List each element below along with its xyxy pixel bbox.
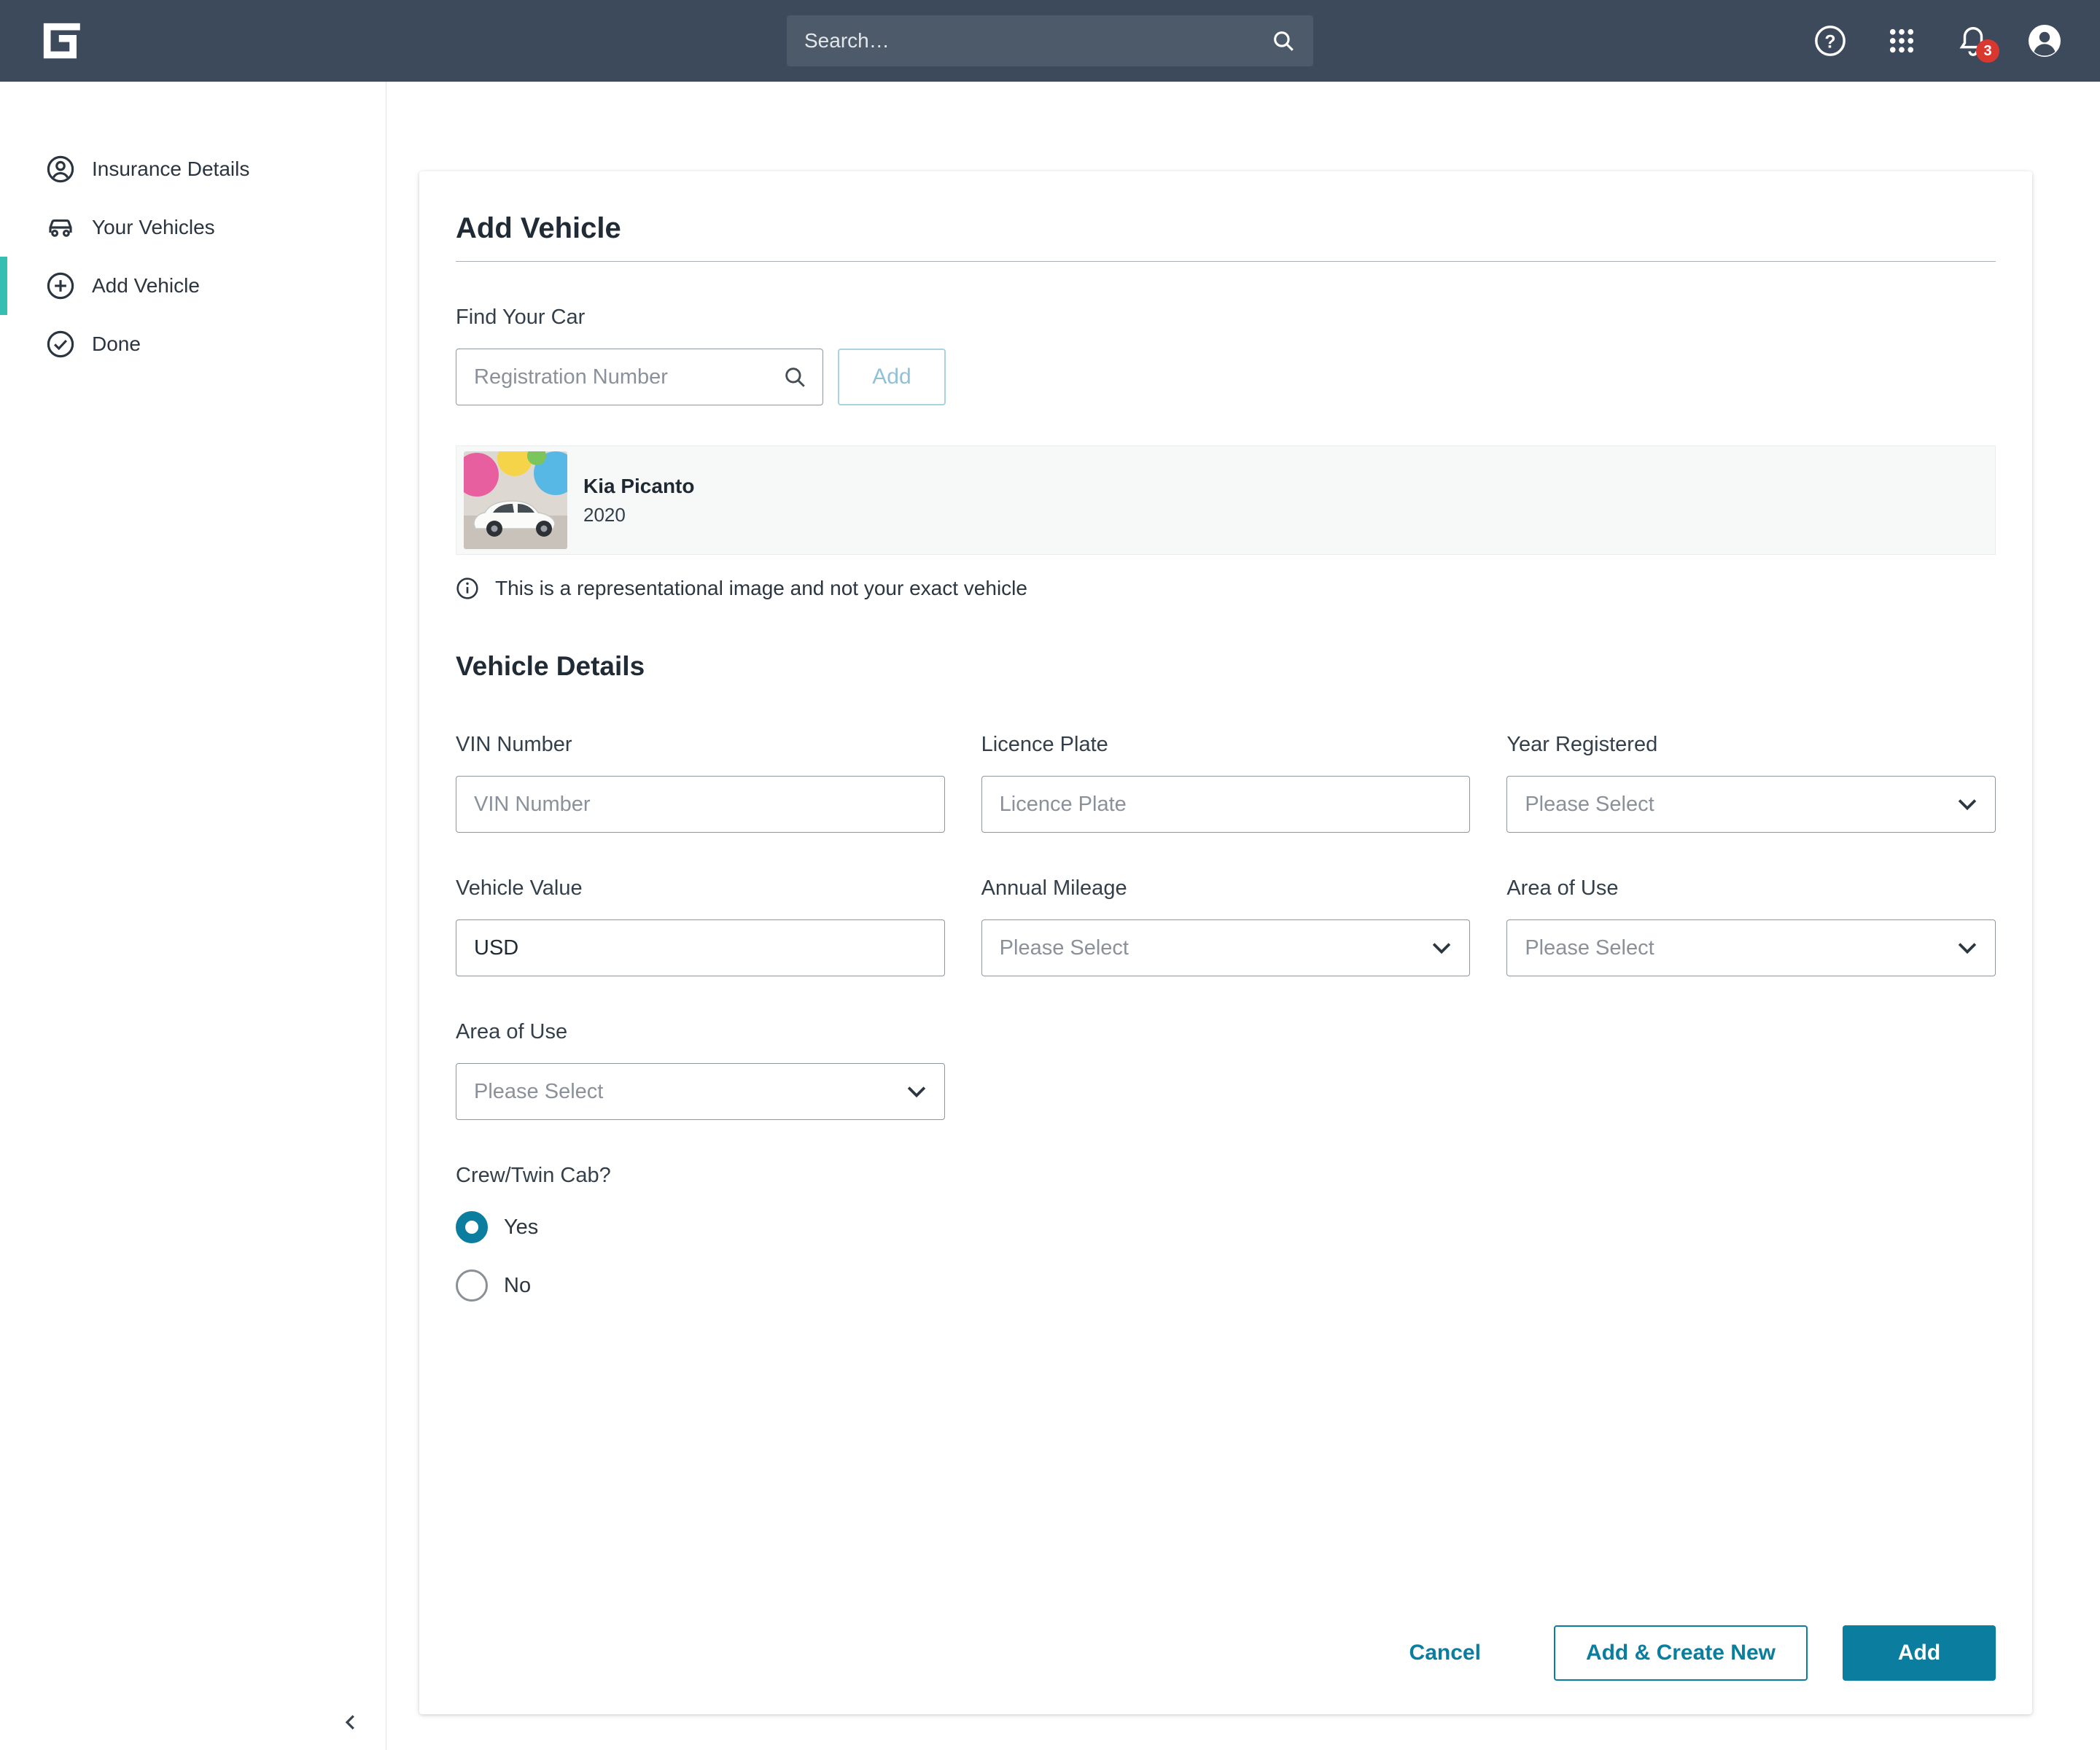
sidebar-item-your-vehicles[interactable]: Your Vehicles — [0, 198, 386, 257]
info-icon — [456, 577, 479, 600]
section-divider — [456, 261, 1996, 262]
licence-plate-field: Licence Plate — [981, 733, 1471, 833]
annual-mileage-select[interactable]: Please Select — [981, 919, 1471, 976]
notifications-button[interactable]: 3 — [1956, 23, 1991, 58]
search-input[interactable] — [804, 29, 1271, 52]
year-registered-select[interactable]: Please Select — [1506, 776, 1996, 833]
vehicle-result-text: Kia Picanto 2020 — [583, 475, 694, 526]
add-registration-button[interactable]: Add — [838, 349, 946, 405]
radio-yes-label: Yes — [504, 1216, 538, 1240]
chevron-down-icon — [906, 1085, 927, 1098]
vehicle-value-label: Vehicle Value — [456, 876, 945, 901]
apps-button[interactable] — [1884, 23, 1919, 58]
sidebar-item-label: Your Vehicles — [92, 216, 215, 239]
page-title: Add Vehicle — [456, 212, 1996, 245]
sidebar-item-label: Add Vehicle — [92, 274, 200, 298]
topbar-actions: ? 3 — [1813, 23, 2062, 58]
app-logo-icon — [40, 20, 82, 62]
topbar: ? 3 — [0, 0, 2100, 82]
vehicle-image — [464, 451, 567, 549]
area-of-use-select[interactable]: Please Select — [1506, 919, 1996, 976]
global-search[interactable] — [787, 15, 1313, 66]
notification-badge: 3 — [1976, 39, 1999, 63]
radio-no-label: No — [504, 1274, 531, 1298]
vehicle-value-input[interactable] — [456, 919, 945, 976]
registration-search-icon[interactable] — [782, 365, 807, 389]
vehicle-year: 2020 — [583, 504, 694, 526]
search-icon[interactable] — [1271, 28, 1296, 53]
area-of-use-field-2: Area of Use Please Select — [456, 1020, 945, 1120]
vin-number-field: VIN Number — [456, 733, 945, 833]
vin-number-input[interactable] — [456, 776, 945, 833]
add-button[interactable]: Add — [1843, 1625, 1996, 1681]
help-button[interactable]: ? — [1813, 23, 1848, 58]
card-footer: Cancel Add & Create New Add — [456, 1625, 1996, 1681]
representational-disclaimer: This is a representational image and not… — [456, 577, 1996, 600]
main-content: Add Vehicle Find Your Car Add — [386, 82, 2100, 1750]
year-registered-label: Year Registered — [1506, 733, 1996, 757]
account-button[interactable] — [2027, 23, 2062, 58]
vehicle-value-field: Vehicle Value — [456, 876, 945, 976]
sidebar: Insurance Details Your Vehicles Add Vehi… — [0, 82, 386, 1750]
area-of-use-field: Area of Use Please Select — [1506, 876, 1996, 976]
crew-cab-label: Crew/Twin Cab? — [456, 1164, 1996, 1188]
app-logo[interactable] — [40, 20, 82, 62]
add-vehicle-card: Add Vehicle Find Your Car Add — [419, 171, 2032, 1714]
cancel-button[interactable]: Cancel — [1409, 1641, 1481, 1665]
vehicle-name: Kia Picanto — [583, 475, 694, 498]
sidebar-item-done[interactable]: Done — [0, 315, 386, 373]
annual-mileage-value: Please Select — [1000, 936, 1129, 960]
sidebar-item-label: Insurance Details — [92, 158, 249, 181]
vehicle-details-form: VIN Number Licence Plate Year Registered… — [456, 733, 1996, 1120]
plus-circle-icon — [45, 271, 76, 301]
annual-mileage-field: Annual Mileage Please Select — [981, 876, 1471, 976]
car-icon — [45, 212, 76, 243]
sidebar-item-label: Done — [92, 332, 141, 356]
apps-grid-icon — [1886, 26, 1917, 56]
annual-mileage-label: Annual Mileage — [981, 876, 1471, 901]
svg-text:?: ? — [1824, 32, 1835, 52]
sidebar-collapse-button[interactable] — [335, 1706, 367, 1738]
check-circle-icon — [45, 329, 76, 359]
help-icon: ? — [1813, 24, 1847, 58]
crew-cab-option-yes[interactable]: Yes — [456, 1211, 1996, 1243]
area-of-use-value: Please Select — [1525, 936, 1654, 960]
radio-yes[interactable] — [456, 1211, 488, 1243]
registration-input[interactable] — [456, 349, 823, 405]
add-create-new-button[interactable]: Add & Create New — [1554, 1625, 1808, 1681]
year-registered-field: Year Registered Please Select — [1506, 733, 1996, 833]
vehicle-details-heading: Vehicle Details — [456, 651, 1996, 682]
year-registered-value: Please Select — [1525, 793, 1654, 817]
chevron-down-icon — [1957, 798, 1978, 811]
registration-input-wrap — [456, 349, 823, 405]
vehicle-result-row[interactable]: Kia Picanto 2020 — [456, 446, 1996, 555]
radio-no[interactable] — [456, 1269, 488, 1302]
area-of-use-label: Area of Use — [1506, 876, 1996, 901]
person-icon — [45, 154, 76, 184]
area-of-use-label-2: Area of Use — [456, 1020, 945, 1044]
chevron-left-icon — [340, 1711, 362, 1733]
sidebar-item-add-vehicle[interactable]: Add Vehicle — [0, 257, 386, 315]
area-of-use-select-2[interactable]: Please Select — [456, 1063, 945, 1120]
chevron-down-icon — [1957, 941, 1978, 954]
find-your-car-row: Add — [456, 349, 1996, 405]
area-of-use-value-2: Please Select — [474, 1080, 603, 1104]
sidebar-item-insurance-details[interactable]: Insurance Details — [0, 140, 386, 198]
licence-plate-input[interactable] — [981, 776, 1471, 833]
licence-plate-label: Licence Plate — [981, 733, 1471, 757]
vin-number-label: VIN Number — [456, 733, 945, 757]
chevron-down-icon — [1431, 941, 1452, 954]
crew-cab-option-no[interactable]: No — [456, 1269, 1996, 1302]
disclaimer-text: This is a representational image and not… — [495, 577, 1027, 600]
avatar-icon — [2027, 23, 2062, 59]
find-your-car-label: Find Your Car — [456, 306, 1996, 330]
